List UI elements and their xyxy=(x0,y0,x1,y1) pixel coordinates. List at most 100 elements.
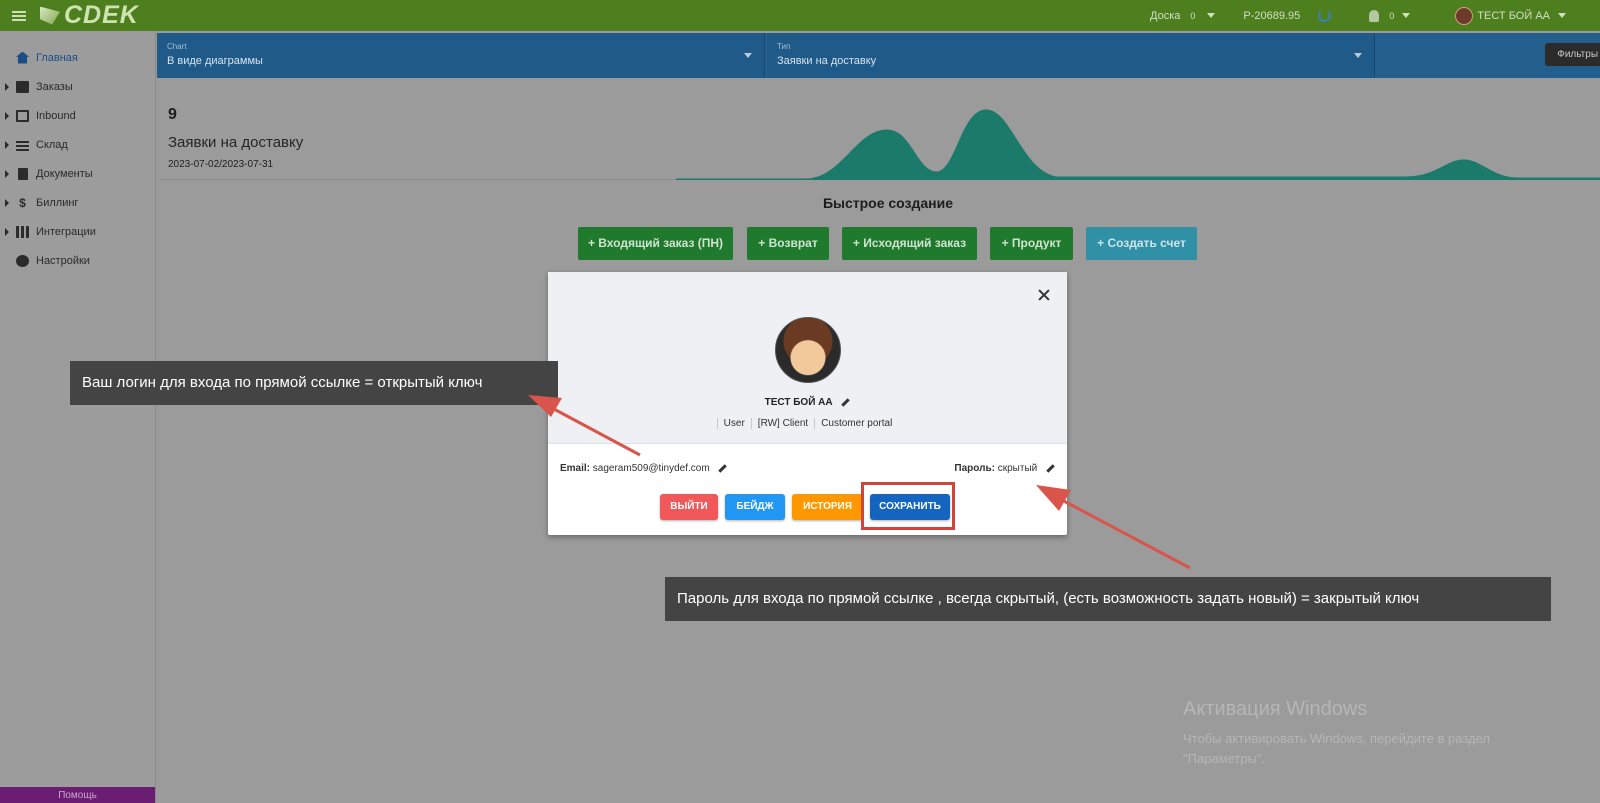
edit-name-pencil-icon[interactable] xyxy=(841,398,851,407)
home-icon xyxy=(16,51,29,64)
sidebar: Главная Заказы Inbound Склад Документы $… xyxy=(0,31,156,803)
profile-avatar xyxy=(775,317,841,383)
board-count: 0 xyxy=(1190,10,1196,21)
refresh-icon xyxy=(1318,9,1332,22)
top-bar: CDEK Доска 0 P-20689.95 0 ТЕСТ БОЙ АА xyxy=(0,0,1600,31)
chevron-down-icon xyxy=(1354,53,1362,58)
expand-arrow-icon xyxy=(5,111,9,120)
password-row: Пароль: скрытый xyxy=(954,463,1055,474)
quick-create-inbound-order-button[interactable]: + Входящий заказ (ПН) xyxy=(578,227,733,260)
top-right-controls: Доска 0 P-20689.95 0 ТЕСТ БОЙ АА xyxy=(1150,0,1600,31)
sidebar-item-integrations[interactable]: Интеграции xyxy=(0,217,155,246)
sidebar-item-home[interactable]: Главная xyxy=(0,43,155,72)
orders-icon xyxy=(16,80,29,93)
profile-modal: ТЕСТ БОЙ АА User [RW] Client Customer po… xyxy=(548,272,1067,535)
badge-button[interactable]: БЕЙДЖ xyxy=(725,494,785,520)
sidebar-item-label: Документы xyxy=(36,167,93,180)
sparkline-area xyxy=(676,109,1600,180)
password-annotation: Пароль для входа по прямой ссылке , всег… xyxy=(665,577,1551,621)
password-label: Пароль: xyxy=(954,463,995,474)
sidebar-item-orders[interactable]: Заказы xyxy=(0,72,155,101)
chart-select-value: В виде диаграммы xyxy=(167,55,263,67)
board-label: Доска xyxy=(1150,9,1181,22)
brand-name: CDEK xyxy=(64,1,139,29)
brand-logo[interactable]: CDEK xyxy=(40,1,139,30)
refresh-button[interactable] xyxy=(1318,9,1332,22)
expand-arrow-icon xyxy=(5,140,9,149)
sidebar-item-label: Биллинг xyxy=(36,196,79,209)
summary-count: 9 xyxy=(168,106,177,123)
sidebar-item-billing[interactable]: $ Биллинг xyxy=(0,188,155,217)
logout-button[interactable]: ВЫЙТИ xyxy=(660,494,718,520)
role-item: Customer portal xyxy=(814,418,898,429)
chevron-down-icon xyxy=(744,53,752,58)
sidebar-item-label: Настройки xyxy=(36,254,90,267)
document-icon xyxy=(18,167,28,180)
user-name: ТЕСТ БОЙ АА xyxy=(1477,9,1550,22)
watermark-title: Активация Windows xyxy=(1183,698,1368,720)
sidebar-item-label: Заказы xyxy=(36,80,73,93)
board-selector[interactable]: Доска 0 xyxy=(1150,9,1216,22)
quick-create-return-button[interactable]: + Возврат xyxy=(747,227,829,260)
sidebar-item-documents[interactable]: Документы xyxy=(0,159,155,188)
quick-create-invoice-button[interactable]: + Создать счет xyxy=(1086,227,1197,260)
balance[interactable]: P-20689.95 xyxy=(1243,10,1300,22)
warehouse-icon xyxy=(16,138,29,151)
sidebar-item-label: Интеграции xyxy=(36,225,96,238)
chevron-down-icon xyxy=(1402,13,1411,18)
user-menu[interactable]: ТЕСТ БОЙ АА xyxy=(1455,6,1566,25)
close-icon[interactable] xyxy=(1036,287,1052,303)
notifications-count: 0 xyxy=(1389,10,1395,21)
expand-arrow-icon xyxy=(5,82,9,91)
type-select-value: Заявки на доставку xyxy=(777,55,877,67)
chart-select-label: Chart xyxy=(167,42,187,51)
edit-email-pencil-icon[interactable] xyxy=(718,464,728,473)
role-item: User xyxy=(716,418,751,429)
summary-date-range: 2023-07-02/2023-07-31 xyxy=(168,159,274,170)
summary-title: Заявки на доставку xyxy=(168,134,304,151)
chevron-down-icon xyxy=(1558,13,1566,18)
notifications-selector[interactable]: 0 xyxy=(1369,9,1411,22)
quick-create-product-button[interactable]: + Продукт xyxy=(990,227,1073,260)
filters-button[interactable]: Фильтры xyxy=(1545,43,1600,66)
expand-arrow-icon xyxy=(5,198,9,207)
help-button[interactable]: Помощь xyxy=(0,787,155,803)
profile-name: ТЕСТ БОЙ АА xyxy=(548,397,1067,408)
profile-name-text: ТЕСТ БОЙ АА xyxy=(764,397,833,408)
sidebar-item-settings[interactable]: Настройки xyxy=(0,246,155,275)
profile-header: ТЕСТ БОЙ АА User [RW] Client Customer po… xyxy=(548,272,1067,444)
expand-arrow-icon xyxy=(5,227,9,236)
logo-mark-icon xyxy=(40,6,60,25)
sidebar-item-label: Главная xyxy=(36,51,78,64)
gear-icon xyxy=(16,254,29,267)
edit-password-pencil-icon[interactable] xyxy=(1046,464,1055,473)
sparkline-chart xyxy=(676,109,1600,180)
balance-value: P-20689.95 xyxy=(1243,9,1301,22)
save-button-highlight xyxy=(861,482,955,530)
grid-icon xyxy=(16,225,29,238)
dollar-icon: $ xyxy=(19,195,26,210)
quick-create-outbound-order-button[interactable]: + Исходящий заказ xyxy=(842,227,977,260)
email-label: Email: xyxy=(560,463,591,474)
sidebar-item-label: Inbound xyxy=(36,109,76,122)
sidebar-item-warehouse[interactable]: Склад xyxy=(0,130,155,159)
watermark-line2: "Параметры". xyxy=(1183,751,1266,766)
email-row: Email: sageram509@tinydef.com xyxy=(560,463,728,474)
chart-select[interactable]: Chart В виде диаграммы xyxy=(157,33,765,78)
windows-activation-watermark: Активация Windows Чтобы активировать Win… xyxy=(1183,698,1490,769)
type-select-label: Тип xyxy=(777,42,791,51)
login-annotation: Ваш логин для входа по прямой ссылке = о… xyxy=(70,361,558,405)
inbound-icon xyxy=(16,109,29,122)
quick-create-title: Быстрое создание xyxy=(822,195,954,211)
password-value: скрытый xyxy=(997,463,1038,474)
email-value: sageram509@tinydef.com xyxy=(592,463,710,474)
watermark-line1: Чтобы активировать Windows, перейдите в … xyxy=(1183,731,1490,746)
role-item: [RW] Client xyxy=(750,418,814,429)
hamburger-menu-icon[interactable] xyxy=(12,10,26,21)
type-select[interactable]: Тип Заявки на доставку xyxy=(767,33,1375,78)
history-button[interactable]: ИСТОРИЯ xyxy=(792,494,863,520)
user-avatar xyxy=(1455,6,1474,25)
profile-roles: User [RW] Client Customer portal xyxy=(548,418,1067,429)
chevron-down-icon xyxy=(1207,13,1216,18)
sidebar-item-inbound[interactable]: Inbound xyxy=(0,101,155,130)
